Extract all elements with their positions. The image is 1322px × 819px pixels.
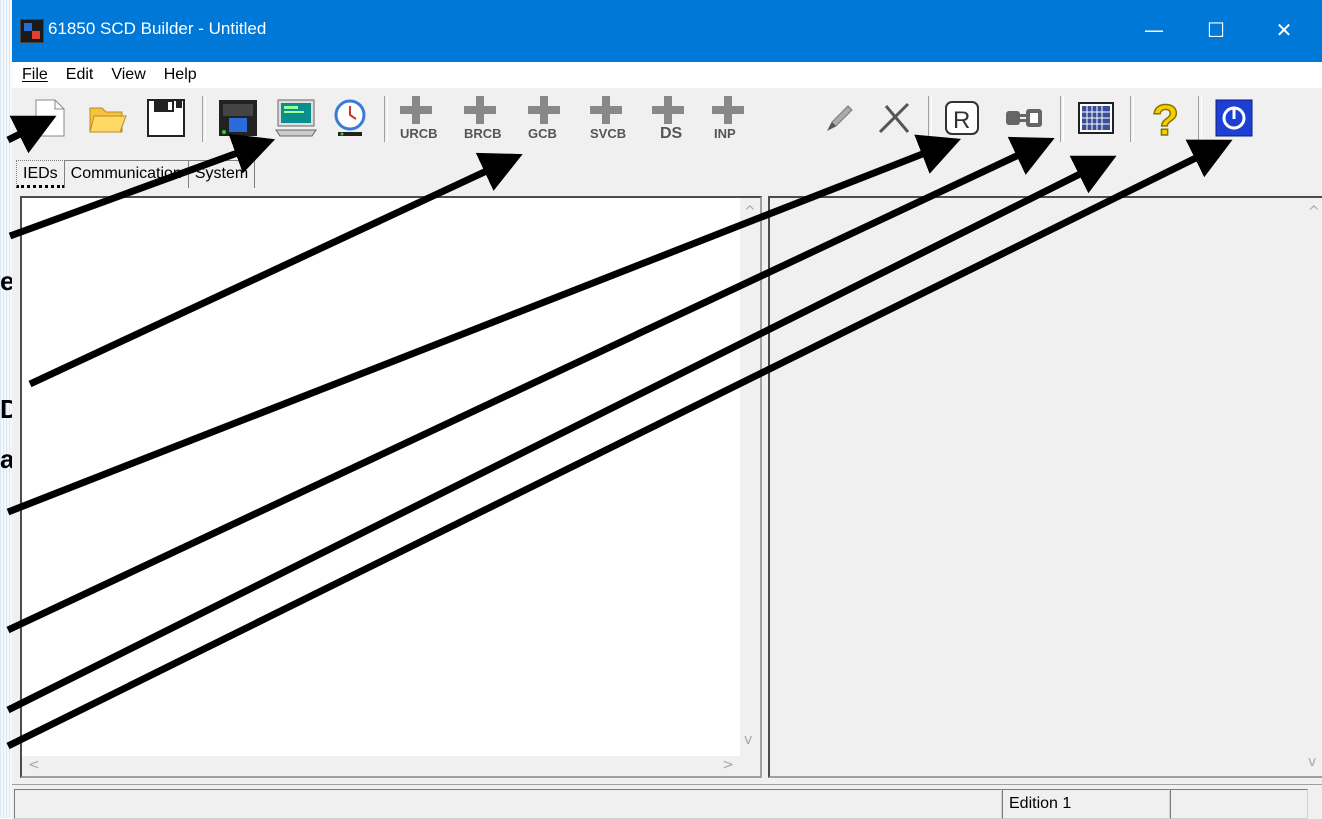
menu-view[interactable]: View [111,66,145,84]
add-urcb-icon: URCB [400,96,438,141]
menu-file[interactable]: File [22,66,48,84]
tab-strip: IEDs Communication System [16,160,256,188]
edition-status: Edition 1 [1002,789,1170,819]
delete-x-icon [878,102,910,134]
menu-bar: File Edit View Help [12,62,1322,88]
add-svcb-button[interactable]: SVCB [584,94,644,142]
toolbar-separator [384,96,388,142]
close-button[interactable]: ✕ [1262,10,1306,50]
svg-text:URCB: URCB [400,126,438,141]
power-icon [1215,99,1253,137]
svg-text:BRCB: BRCB [464,126,502,141]
status-message [14,789,1002,819]
toolbar-separator [1198,96,1202,142]
app-icon [20,19,44,43]
tab-system[interactable]: System [187,160,256,188]
toolbar-separator [1130,96,1134,142]
detail-pane[interactable]: ^ v [768,196,1322,778]
r-button[interactable]: R [938,94,986,142]
menu-help[interactable]: Help [164,66,197,84]
connect-button[interactable] [1000,94,1048,142]
toolbar-separator [928,96,932,142]
add-inp-button[interactable]: INP [706,94,766,142]
svg-text:INP: INP [714,126,736,141]
clock-button[interactable] [326,94,374,142]
save-icon [147,99,185,137]
ied-button[interactable] [214,94,262,142]
add-svcb-icon: SVCB [590,96,626,141]
scroll-up-icon: ^ [1308,204,1320,220]
toolbar: URCB BRCB GCB SVCB DS INP R ? [12,88,1322,158]
computer-button[interactable] [272,94,320,142]
add-inp-icon: INP [712,96,744,141]
scroll-down-icon: v [1308,754,1317,770]
svg-text:GCB: GCB [528,126,557,141]
save-file-button[interactable] [142,94,190,142]
help-button[interactable]: ? [1142,94,1190,142]
open-file-button[interactable] [84,94,132,142]
question-mark-icon: ? [1151,95,1179,141]
ied-tree-pane[interactable]: ^ v < > [20,196,762,778]
add-urcb-button[interactable]: URCB [394,94,454,142]
horizontal-scrollbar[interactable]: < > [22,756,740,776]
vertical-scrollbar[interactable]: ^ v [740,198,760,776]
menu-edit[interactable]: Edit [66,66,94,84]
exit-button[interactable] [1210,94,1258,142]
svg-text:DS: DS [660,125,683,142]
minimize-button[interactable]: — [1132,10,1176,50]
new-file-icon [35,99,65,137]
grid-icon [1078,102,1114,134]
status-extra [1170,789,1308,819]
scroll-down-icon: v [744,732,753,748]
clock-icon [334,99,366,136]
toolbar-separator [202,96,206,142]
status-bar: Edition 1 [12,784,1322,819]
computer-icon [275,99,317,137]
svg-text:SVCB: SVCB [590,126,626,141]
tab-communication[interactable]: Communication [63,160,189,188]
title-bar[interactable]: 61850 SCD Builder - Untitled — ☐ ✕ [12,0,1322,62]
grid-view-button[interactable] [1072,94,1120,142]
window-title: 61850 SCD Builder - Untitled [48,19,267,38]
scroll-right-icon: > [722,757,734,773]
add-brcb-icon: BRCB [464,96,502,141]
svg-text:R: R [953,107,970,134]
scroll-up-icon: ^ [744,204,756,220]
add-ds-icon: DS [652,96,684,142]
app-window: 61850 SCD Builder - Untitled — ☐ ✕ File … [12,0,1322,819]
pencil-icon [826,105,853,132]
toolbar-separator [1060,96,1064,142]
scroll-left-icon: < [28,757,40,773]
add-gcb-icon: GCB [528,96,560,141]
tab-ieds[interactable]: IEDs [16,160,65,188]
plug-icon [1006,109,1042,127]
delete-button[interactable] [870,94,918,142]
folder-icon [89,107,127,133]
vertical-scrollbar[interactable]: ^ v [1304,198,1322,776]
new-file-button[interactable] [26,94,74,142]
edit-button[interactable] [816,94,864,142]
r-icon: R [945,101,979,135]
add-brcb-button[interactable]: BRCB [458,94,518,142]
svg-text:?: ? [1152,96,1179,141]
maximize-button[interactable]: ☐ [1194,10,1238,50]
ied-device-icon [219,100,257,136]
add-gcb-button[interactable]: GCB [522,94,582,142]
add-ds-button[interactable]: DS [646,94,706,142]
